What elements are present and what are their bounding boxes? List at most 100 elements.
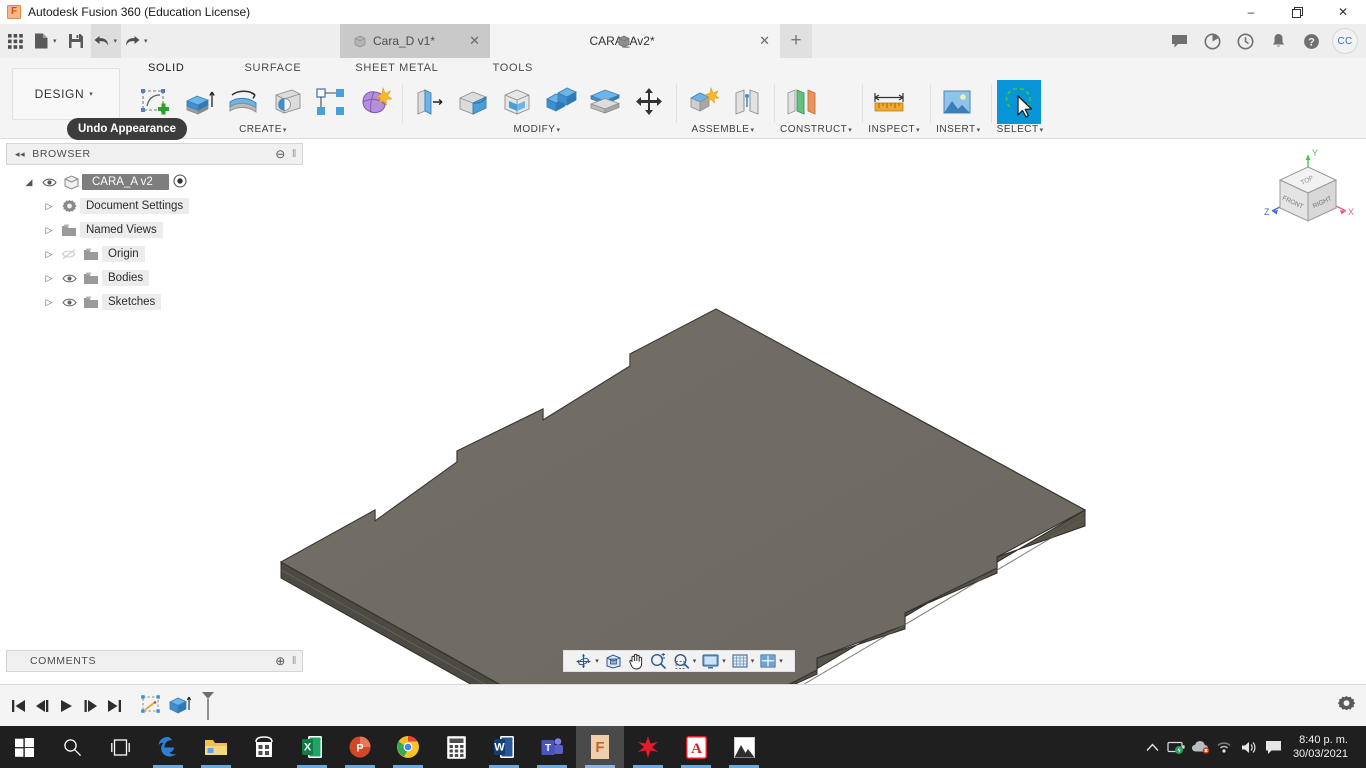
job-status-clock-icon[interactable] bbox=[1229, 24, 1262, 58]
acrobat-icon[interactable]: A bbox=[672, 726, 720, 768]
hole-icon[interactable] bbox=[266, 81, 308, 123]
maximize-button[interactable] bbox=[1274, 0, 1320, 24]
document-tab-close-icon[interactable]: ✕ bbox=[747, 33, 770, 49]
data-panel-icon[interactable] bbox=[1196, 24, 1229, 58]
document-tab-cara-d[interactable]: Cara_D v1* ✕ bbox=[340, 24, 490, 58]
microsoft-store-icon[interactable] bbox=[240, 726, 288, 768]
timeline-step-back-button[interactable] bbox=[30, 685, 54, 727]
notifications-bell-icon[interactable] bbox=[1262, 24, 1295, 58]
insert-image-icon[interactable] bbox=[936, 81, 978, 123]
ribbon-group-label-construct[interactable]: CONSTRUCT▾ bbox=[780, 124, 856, 139]
new-tab-button[interactable]: + bbox=[780, 24, 812, 58]
grid-snaps-icon[interactable] bbox=[729, 650, 751, 672]
show-desktop-button[interactable] bbox=[1360, 726, 1366, 768]
create-sketch-icon[interactable] bbox=[134, 81, 176, 123]
pan-hand-icon[interactable] bbox=[625, 650, 647, 672]
timeline-go-to-end-button[interactable] bbox=[102, 685, 126, 727]
timeline-go-to-beginning-button[interactable] bbox=[6, 685, 30, 727]
revolve-icon[interactable] bbox=[222, 81, 264, 123]
photos-icon[interactable] bbox=[720, 726, 768, 768]
red-star-app-icon[interactable] bbox=[624, 726, 672, 768]
search-icon[interactable] bbox=[48, 726, 96, 768]
select-lasso-icon[interactable] bbox=[996, 79, 1041, 124]
look-at-icon[interactable] bbox=[602, 650, 625, 672]
visibility-eye-off-icon[interactable] bbox=[58, 248, 80, 260]
apps-grid-icon[interactable] bbox=[0, 24, 30, 58]
timeline-play-button[interactable] bbox=[54, 685, 78, 727]
battery-icon[interactable] bbox=[1165, 726, 1189, 768]
undo-icon[interactable] bbox=[91, 24, 113, 58]
word-icon[interactable]: W bbox=[480, 726, 528, 768]
expand-arrow-icon[interactable]: ▷ bbox=[40, 273, 58, 284]
file-explorer-icon[interactable] bbox=[192, 726, 240, 768]
tree-node-named-views[interactable]: ▷ Named Views bbox=[6, 218, 303, 242]
visibility-eye-icon[interactable] bbox=[58, 273, 80, 284]
new-document-icon[interactable] bbox=[30, 24, 52, 58]
extrude-icon[interactable] bbox=[178, 81, 220, 123]
action-center-icon[interactable] bbox=[1261, 726, 1287, 768]
tree-node-cara-a[interactable]: ◢ CARA_A v2 bbox=[6, 170, 303, 194]
combine-icon[interactable] bbox=[540, 81, 582, 123]
wifi-icon[interactable] bbox=[1213, 726, 1237, 768]
powerpoint-icon[interactable]: P bbox=[336, 726, 384, 768]
rectangular-pattern-icon[interactable] bbox=[310, 81, 352, 123]
viewports-icon[interactable] bbox=[757, 650, 779, 672]
new-component-icon[interactable] bbox=[682, 81, 724, 123]
redo-split[interactable]: ▾ bbox=[121, 24, 152, 58]
visibility-eye-icon[interactable] bbox=[58, 297, 80, 308]
ribbon-group-label-modify[interactable]: MODIFY▾ bbox=[408, 124, 670, 139]
ribbon-group-label-assemble[interactable]: ASSEMBLE▾ bbox=[682, 124, 768, 139]
measure-icon[interactable] bbox=[868, 81, 910, 123]
tree-node-document-settings[interactable]: ▷ Document Settings bbox=[6, 194, 303, 218]
tree-node-bodies[interactable]: ▷ Bodies bbox=[6, 266, 303, 290]
visibility-eye-icon[interactable] bbox=[38, 177, 60, 188]
onedrive-icon[interactable] bbox=[1189, 726, 1213, 768]
tree-node-sketches[interactable]: ▷ Sketches bbox=[6, 290, 303, 314]
shell-icon[interactable] bbox=[496, 81, 538, 123]
timeline-settings-gear-icon[interactable] bbox=[1337, 695, 1356, 719]
ribbon-tab-sheet-metal[interactable]: SHEET METAL bbox=[343, 58, 450, 78]
view-cube[interactable]: Y Z X TOP FRONT RIGHT bbox=[1258, 143, 1358, 243]
new-document-caret[interactable]: ▾ bbox=[53, 37, 57, 45]
close-button[interactable]: ✕ bbox=[1320, 0, 1366, 24]
timeline-feature-sketch[interactable] bbox=[138, 685, 166, 727]
activate-component-radio[interactable] bbox=[173, 173, 187, 191]
orbit-icon[interactable] bbox=[572, 650, 595, 672]
undo-split[interactable]: ▾ bbox=[90, 24, 122, 58]
split-face-icon[interactable] bbox=[584, 81, 626, 123]
new-document-split[interactable]: ▾ bbox=[30, 24, 61, 58]
volume-icon[interactable] bbox=[1237, 726, 1261, 768]
teams-icon[interactable]: T bbox=[528, 726, 576, 768]
help-icon[interactable]: ? bbox=[1295, 24, 1328, 58]
comments-icon[interactable] bbox=[1163, 24, 1196, 58]
browser-minimize-icon[interactable]: ⊖ bbox=[275, 147, 286, 161]
move-copy-icon[interactable] bbox=[628, 81, 670, 123]
excel-icon[interactable]: X bbox=[288, 726, 336, 768]
start-button[interactable] bbox=[0, 726, 48, 768]
viewports-caret-icon[interactable]: ▾ bbox=[779, 657, 786, 665]
minimize-button[interactable]: – bbox=[1228, 0, 1274, 24]
browser-collapse-icon[interactable]: ◂◂ bbox=[15, 149, 25, 160]
zoom-window-icon[interactable] bbox=[670, 650, 693, 672]
fillet-icon[interactable] bbox=[452, 81, 494, 123]
zoom-icon[interactable] bbox=[647, 650, 670, 672]
fusion360-icon[interactable]: F bbox=[576, 726, 624, 768]
timeline-marker[interactable] bbox=[198, 685, 218, 727]
undo-caret[interactable]: ▾ bbox=[114, 37, 118, 45]
task-view-icon[interactable] bbox=[96, 726, 144, 768]
chrome-icon[interactable] bbox=[384, 726, 432, 768]
timeline-feature-extrude[interactable] bbox=[166, 685, 194, 727]
tray-expand-chevron-icon[interactable] bbox=[1141, 726, 1165, 768]
expand-arrow-icon[interactable]: ▷ bbox=[40, 249, 58, 260]
redo-icon[interactable] bbox=[121, 24, 143, 58]
offset-plane-icon[interactable] bbox=[780, 81, 822, 123]
tree-node-origin[interactable]: ▷ Origin bbox=[6, 242, 303, 266]
display-settings-icon[interactable] bbox=[699, 650, 722, 672]
timeline-step-forward-button[interactable] bbox=[78, 685, 102, 727]
comments-add-icon[interactable]: ⊕ bbox=[275, 654, 286, 668]
expand-arrow-icon[interactable]: ▷ bbox=[40, 201, 58, 212]
calculator-icon[interactable] bbox=[432, 726, 480, 768]
redo-caret[interactable]: ▾ bbox=[144, 37, 148, 45]
joint-icon[interactable] bbox=[726, 81, 768, 123]
comments-grip-icon[interactable]: ‖ bbox=[292, 655, 297, 667]
